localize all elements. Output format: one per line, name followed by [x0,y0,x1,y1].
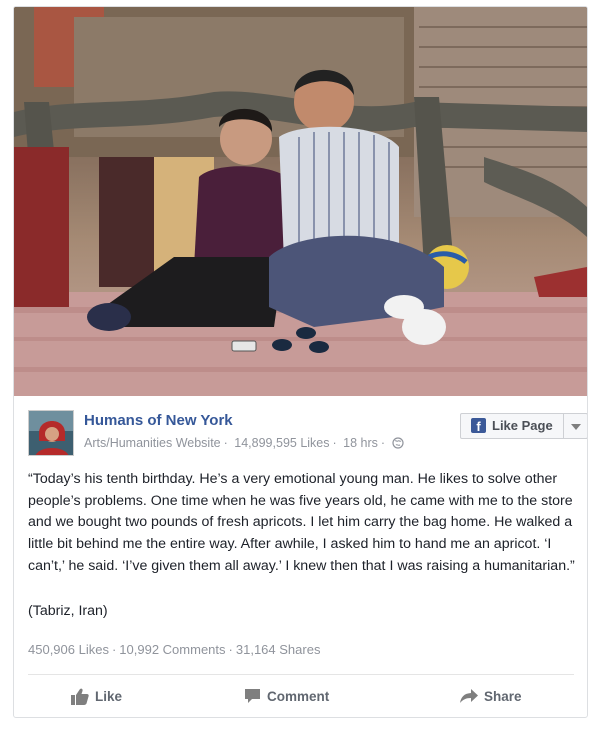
facebook-post-card: Humans of New York Arts/Humanities Websi… [13,6,588,718]
meta-separator: · [223,436,228,450]
share-button[interactable]: Share [460,675,522,717]
post-photo[interactable] [14,7,587,396]
like-button-label: Like [95,688,123,704]
chevron-down-icon[interactable] [564,414,587,438]
post-stats: 450,906 Likes · 10,992 Comments · 31,164 Sha… [28,642,320,657]
page-category: Arts/Humanities Website [84,436,221,450]
like-page-main[interactable]: f Like Page [461,414,563,438]
shares-count-link[interactable]: 31,164 Shares [236,642,321,657]
likes-count-link[interactable]: 450,906 Likes [28,642,109,657]
globe-icon [391,437,404,449]
comment-bubble-icon [245,689,260,703]
like-button[interactable]: Like [71,675,122,717]
avatar-image [29,411,73,455]
stats-separator: · [111,642,117,657]
meta-separator: · [332,436,337,450]
photo-illustration [14,7,587,396]
facebook-logo-icon: f [471,418,486,434]
post-body-text: “Today’s his tenth birthday. He’s a very… [28,471,575,574]
post-actions-bar: Like Comment Share [14,675,587,717]
share-button-label: Share [484,688,522,704]
like-page-label: Like Page [492,418,553,433]
share-arrow-icon [460,689,478,703]
meta-separator: · [380,436,386,450]
stats-separator: · [228,642,233,657]
comment-button-label: Comment [267,688,330,704]
like-page-button[interactable]: f Like Page [460,413,587,439]
page-name-link[interactable]: Humans of New York [84,412,233,429]
page-avatar[interactable] [28,410,74,456]
page-likes-count: 14,899,595 Likes [234,436,330,450]
thumbs-up-icon [71,688,89,705]
post-meta: Arts/Humanities Website · 14,899,595 Like… [84,436,404,450]
comment-button[interactable]: Comment [244,675,329,717]
post-location: (Tabriz, Iran) [28,603,108,619]
comments-count-link[interactable]: 10,992 Comments [119,642,225,657]
post-header: Humans of New York Arts/Humanities Websi… [28,410,587,458]
post-timestamp[interactable]: 18 hrs [343,436,378,450]
